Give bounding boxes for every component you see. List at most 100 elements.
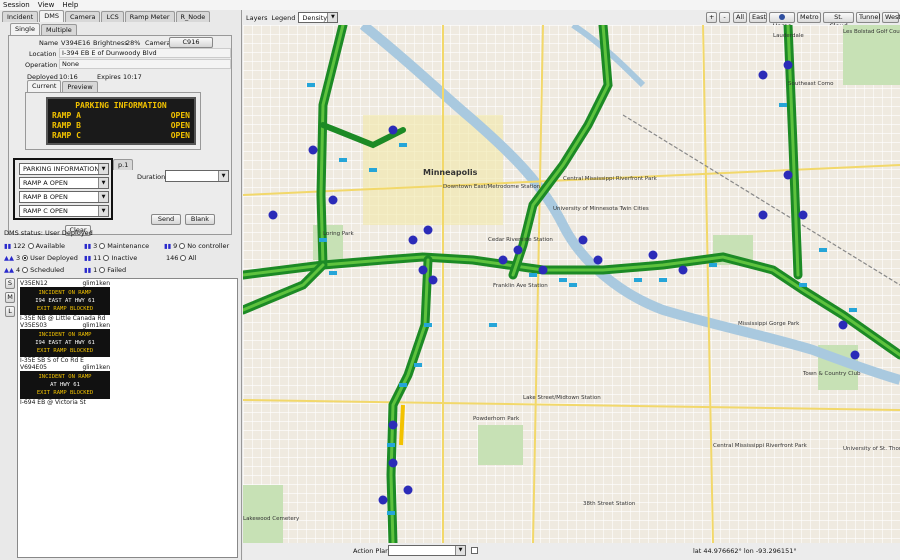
view-all-button[interactable]: All [733,12,747,23]
dms-marker[interactable] [783,170,793,180]
dms-marker[interactable] [268,210,278,220]
tab-single[interactable]: Single [10,23,40,35]
dms-marker[interactable] [538,265,548,275]
blank-button[interactable]: Blank [185,214,215,225]
dms-marker[interactable] [388,458,398,468]
detector-marker[interactable] [387,443,395,447]
map-view[interactable]: Minneapolis Downtown East/Metrodome Stati… [243,25,900,543]
dms-marker[interactable] [418,265,428,275]
status-radio[interactable] [27,243,34,249]
dms-marker[interactable] [423,225,433,235]
detector-marker[interactable] [659,278,667,282]
detector-marker[interactable] [339,158,347,162]
deployed-sign-card[interactable]: V35ES03 glim1ken INCIDENT ON RAMP I94 EAST … [20,322,110,364]
action-plan-checkbox[interactable] [471,547,478,554]
tab-preview[interactable]: Preview [62,81,98,92]
detector-marker[interactable] [559,278,567,282]
dms-marker[interactable] [388,125,398,135]
tab-dms[interactable]: DMS [39,10,64,22]
dms-marker[interactable] [408,235,418,245]
status-radio[interactable] [22,255,29,261]
detector-marker[interactable] [319,238,327,242]
tab-lcs[interactable]: LCS [101,11,124,22]
detector-marker[interactable] [819,248,827,252]
detector-marker[interactable] [399,143,407,147]
status-radio[interactable] [180,255,187,261]
status-filter-available[interactable]: ▮▮ 122 Available [4,242,65,250]
view-tunnel-button[interactable]: Tunnel [856,12,880,23]
detector-marker[interactable] [849,308,857,312]
menu-help[interactable]: Help [62,1,78,9]
tab-multiple[interactable]: Multiple [40,24,77,35]
status-filter-maintenance[interactable]: ▮▮ 3 Maintenance [84,242,149,250]
detector-marker[interactable] [329,271,337,275]
tab-camera[interactable]: Camera [64,11,101,22]
tab-current[interactable]: Current [27,80,62,92]
dms-marker[interactable] [498,255,508,265]
size-large-button[interactable]: L [5,306,15,317]
zoom-in-button[interactable]: + [706,12,717,23]
status-filter-no-controller[interactable]: ▮▮ 9 No controller [164,242,229,250]
detector-marker[interactable] [387,511,395,515]
send-button[interactable]: Send [151,214,181,225]
dms-marker[interactable] [758,210,768,220]
dms-marker[interactable] [328,195,338,205]
dms-marker[interactable] [798,210,808,220]
dms-marker[interactable] [403,485,413,495]
line-1-select[interactable]: PARKING INFORMATION ▼ [19,163,109,175]
detector-marker[interactable] [569,283,577,287]
tab-r-node[interactable]: R_Node [175,11,211,22]
menu-session[interactable]: Session [3,1,30,9]
status-radio[interactable] [22,267,29,273]
dms-marker[interactable] [850,350,860,360]
dms-marker[interactable] [758,70,768,80]
status-radio[interactable] [103,255,110,261]
menu-view[interactable]: View [38,1,55,9]
detector-marker[interactable] [529,273,537,277]
status-radio[interactable] [99,243,106,249]
status-filter-scheduled[interactable]: ▲▲ 4 Scheduled [4,266,64,274]
status-radio[interactable] [99,267,106,273]
map-canvas[interactable]: Minneapolis Downtown East/Metrodome Stati… [243,25,900,543]
detector-marker[interactable] [307,83,315,87]
size-medium-button[interactable]: M [5,292,15,303]
dms-marker[interactable] [678,265,688,275]
status-filter-all[interactable]: 146 All [164,254,196,262]
tab-ramp-meter[interactable]: Ramp Meter [124,11,175,22]
dms-marker[interactable] [648,250,658,260]
view-east-button[interactable]: East [749,12,767,23]
view-st-cloud-button[interactable]: St. Cloud [823,12,854,30]
detector-marker[interactable] [709,263,717,267]
action-plan-select[interactable]: ▼ [388,545,466,556]
deployed-sign-card[interactable]: V694E05 glim1ken INCIDENT ON RAMP AT HWY 61… [20,364,110,406]
page-tab[interactable]: p.1 [113,159,134,170]
status-filter-inactive[interactable]: ▮▮ 11 Inactive [84,254,137,262]
detector-marker[interactable] [489,323,497,327]
status-filter-user-deployed[interactable]: ▲▲ 3 User Deployed [4,254,78,262]
view-west-button[interactable]: West [882,12,900,23]
line-4-select[interactable]: RAMP C OPEN ▼ [19,205,109,217]
detector-marker[interactable] [634,278,642,282]
detector-marker[interactable] [414,363,422,367]
camera-button[interactable]: C916 [169,37,213,48]
dms-marker[interactable] [513,245,523,255]
dms-marker[interactable] [388,420,398,430]
size-small-button[interactable]: S [5,278,15,289]
dms-marker[interactable] [838,320,848,330]
dms-marker[interactable] [783,60,793,70]
zoom-out-button[interactable]: - [719,12,730,23]
dms-marker[interactable] [593,255,603,265]
layers-button[interactable]: Layers [246,14,268,22]
view-metro-button[interactable]: Metro [797,12,821,23]
legend-select[interactable]: Density ▼ [298,12,339,23]
dms-marker[interactable] [378,495,388,505]
dms-marker[interactable] [308,145,318,155]
duration-select[interactable]: ▼ [165,170,229,182]
detector-marker[interactable] [779,103,787,107]
line-2-select[interactable]: RAMP A OPEN ▼ [19,177,109,189]
status-filter-failed[interactable]: ▮▮ 1 Failed [84,266,126,274]
line-3-select[interactable]: RAMP B OPEN ▼ [19,191,109,203]
detector-marker[interactable] [399,383,407,387]
detector-marker[interactable] [424,323,432,327]
dms-marker[interactable] [578,235,588,245]
